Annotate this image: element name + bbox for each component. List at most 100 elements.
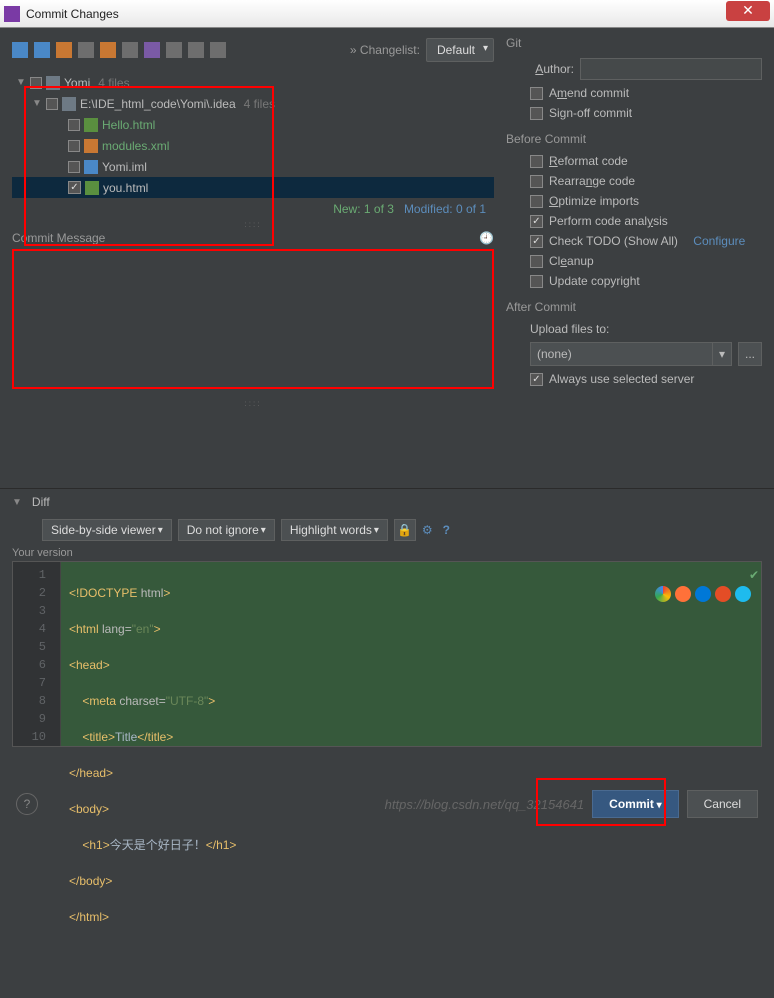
tree-file[interactable]: Hello.html: [12, 114, 494, 135]
amend-checkbox[interactable]: [530, 87, 543, 100]
expand-icon[interactable]: [188, 42, 204, 58]
git-section-title: Git: [506, 36, 762, 50]
rollback-icon[interactable]: [144, 42, 160, 58]
signoff-checkbox[interactable]: [530, 107, 543, 120]
cleanup-checkbox[interactable]: [530, 255, 543, 268]
rearrange-checkbox[interactable]: [530, 175, 543, 188]
todo-checkbox[interactable]: [530, 235, 543, 248]
file-name: you.html: [103, 181, 148, 195]
commit-message-input[interactable]: [12, 249, 494, 389]
collapse-icon[interactable]: [210, 42, 226, 58]
tree-path[interactable]: ▼ E:\IDE_html_code\Yomi\.idea 4 files: [12, 93, 494, 114]
highlight-dropdown[interactable]: Highlight words: [281, 519, 388, 541]
line-gutter: 12345678910: [13, 562, 61, 746]
resize-handle[interactable]: ::::: [12, 220, 494, 229]
close-button[interactable]: ✕: [726, 1, 770, 21]
app-icon: [4, 6, 20, 22]
todo-label: Check TODO (Show All): [549, 234, 678, 248]
history-icon[interactable]: 🕘: [479, 231, 494, 245]
help-button[interactable]: ?: [16, 793, 38, 815]
refresh-icon[interactable]: [34, 42, 50, 58]
change-marker-icon: ✔: [749, 566, 759, 584]
diff-toolbar: Side-by-side viewer Do not ignore Highli…: [0, 515, 774, 545]
file-tree: ▼ Yomi 4 files ▼ E:\IDE_html_code\Yomi\.…: [12, 72, 494, 198]
upload-label: Upload files to:: [530, 322, 609, 336]
upload-select[interactable]: (none): [530, 342, 732, 366]
configure-link[interactable]: Configure: [693, 234, 745, 248]
code-editor[interactable]: 12345678910 <!DOCTYPE html> <html lang="…: [12, 561, 762, 747]
checkbox[interactable]: [68, 119, 80, 131]
expand-arrow-icon[interactable]: ▼: [32, 98, 42, 109]
resize-handle[interactable]: ::::: [12, 399, 494, 408]
titlebar: Commit Changes ✕: [0, 0, 774, 28]
rearrange-label: Rearrange code: [549, 174, 635, 188]
tree-file-selected[interactable]: you.html: [12, 177, 494, 198]
xml-file-icon: [84, 139, 98, 153]
files-toolbar: » Changelist: Default: [12, 36, 494, 64]
expand-arrow-icon[interactable]: ▼: [16, 77, 26, 88]
after-commit-title: After Commit: [506, 300, 762, 314]
amend-label: Amend commit: [549, 86, 629, 100]
iml-file-icon: [84, 160, 98, 174]
folder-name: Yomi: [64, 76, 90, 90]
opera-icon[interactable]: [715, 586, 731, 602]
watermark: https://blog.csdn.net/qq_32154641: [385, 797, 585, 812]
path-name: E:\IDE_html_code\Yomi\.idea: [80, 97, 236, 111]
tree-file[interactable]: Yomi.iml: [12, 156, 494, 177]
before-commit-title: Before Commit: [506, 132, 762, 146]
checkbox[interactable]: [68, 140, 80, 152]
delete-icon[interactable]: [100, 42, 116, 58]
help-icon[interactable]: ?: [443, 523, 450, 537]
changelist-dropdown[interactable]: Default: [426, 38, 494, 62]
browse-button[interactable]: ...: [738, 342, 762, 366]
safari-icon[interactable]: [695, 586, 711, 602]
tree-file[interactable]: modules.xml: [12, 135, 494, 156]
chrome-icon[interactable]: [655, 586, 671, 602]
group-icon[interactable]: [122, 42, 138, 58]
jump-icon[interactable]: [166, 42, 182, 58]
gear-icon[interactable]: ⚙: [422, 523, 433, 537]
copyright-label: Update copyright: [549, 274, 640, 288]
ie-icon[interactable]: [735, 586, 751, 602]
author-input[interactable]: [580, 58, 762, 80]
commit-button[interactable]: Commit: [592, 790, 678, 818]
window-title: Commit Changes: [26, 7, 726, 21]
firefox-icon[interactable]: [675, 586, 691, 602]
analysis-checkbox[interactable]: [530, 215, 543, 228]
always-server-checkbox[interactable]: [530, 373, 543, 386]
checkbox[interactable]: [30, 77, 42, 89]
checkbox[interactable]: [68, 181, 81, 194]
reformat-label: Reformat code: [549, 154, 628, 168]
optimize-checkbox[interactable]: [530, 195, 543, 208]
file-name: Hello.html: [102, 118, 155, 132]
code-content[interactable]: <!DOCTYPE html> <html lang="en"> <head> …: [61, 562, 761, 746]
html-file-icon: [85, 181, 99, 195]
file-count: 4 files: [244, 97, 275, 111]
checkbox[interactable]: [46, 98, 58, 110]
folder-icon: [62, 97, 76, 111]
cancel-button[interactable]: Cancel: [687, 790, 758, 818]
file-name: modules.xml: [102, 139, 169, 153]
tree-root[interactable]: ▼ Yomi 4 files: [12, 72, 494, 93]
reformat-checkbox[interactable]: [530, 155, 543, 168]
changelist-icon[interactable]: [78, 42, 94, 58]
new-count: New: 1 of 3: [333, 202, 394, 216]
ignore-dropdown[interactable]: Do not ignore: [178, 519, 275, 541]
folder-icon: [46, 76, 60, 90]
checkbox[interactable]: [68, 161, 80, 173]
lock-icon[interactable]: 🔒: [394, 519, 416, 541]
revert-icon[interactable]: [12, 42, 28, 58]
cleanup-label: Cleanup: [549, 254, 594, 268]
changelist-label: » Changelist:: [350, 43, 420, 57]
browser-icons: [655, 586, 751, 602]
copyright-checkbox[interactable]: [530, 275, 543, 288]
diff-icon[interactable]: [56, 42, 72, 58]
author-label: Author:: [530, 62, 574, 76]
html-file-icon: [84, 118, 98, 132]
diff-title: Diff: [32, 495, 50, 509]
file-name: Yomi.iml: [102, 160, 147, 174]
modified-count: Modified: 0 of 1: [404, 202, 486, 216]
analysis-label: Perform code analysis: [549, 214, 668, 228]
collapse-arrow-icon[interactable]: ▼: [12, 497, 22, 508]
viewer-dropdown[interactable]: Side-by-side viewer: [42, 519, 172, 541]
